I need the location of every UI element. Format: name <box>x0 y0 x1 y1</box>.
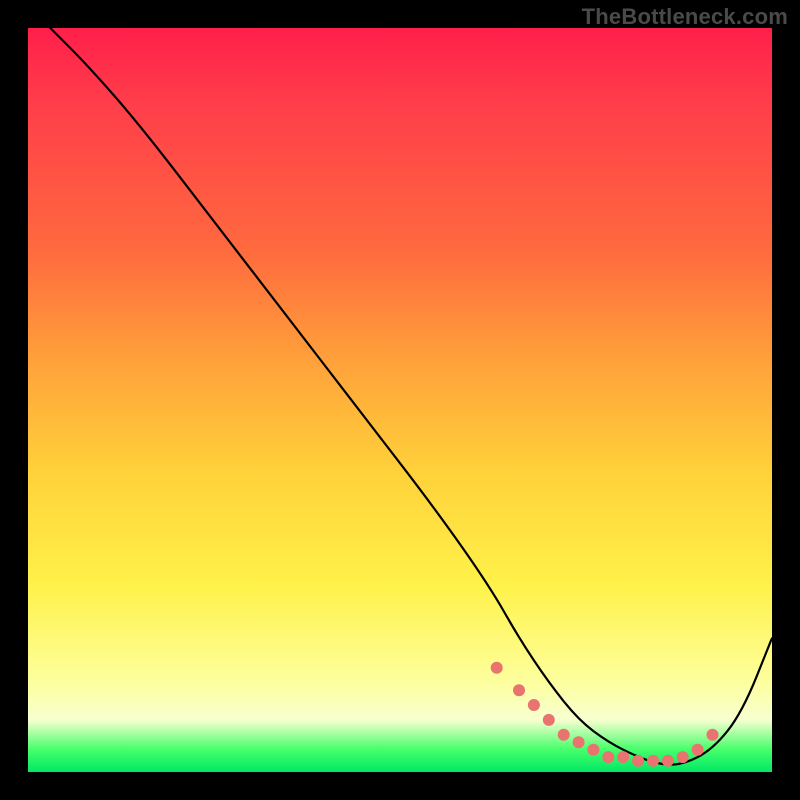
highlight-dot <box>491 662 503 674</box>
highlight-dot <box>513 684 525 696</box>
highlight-dot <box>573 736 585 748</box>
highlight-dot <box>647 755 659 767</box>
highlight-dot <box>707 729 719 741</box>
highlight-dots <box>491 662 719 767</box>
highlight-dot <box>602 751 614 763</box>
highlight-dot <box>587 744 599 756</box>
highlight-dot <box>662 755 674 767</box>
highlight-dot <box>543 714 555 726</box>
plot-area <box>28 28 772 772</box>
highlight-dot <box>692 744 704 756</box>
highlight-dot <box>528 699 540 711</box>
watermark-text: TheBottleneck.com <box>582 4 788 30</box>
curve-layer <box>28 28 772 772</box>
highlight-dot <box>632 755 644 767</box>
chart-stage: TheBottleneck.com <box>0 0 800 800</box>
highlight-dot <box>677 751 689 763</box>
highlight-dot <box>558 729 570 741</box>
bottleneck-curve <box>50 28 772 765</box>
highlight-dot <box>617 751 629 763</box>
